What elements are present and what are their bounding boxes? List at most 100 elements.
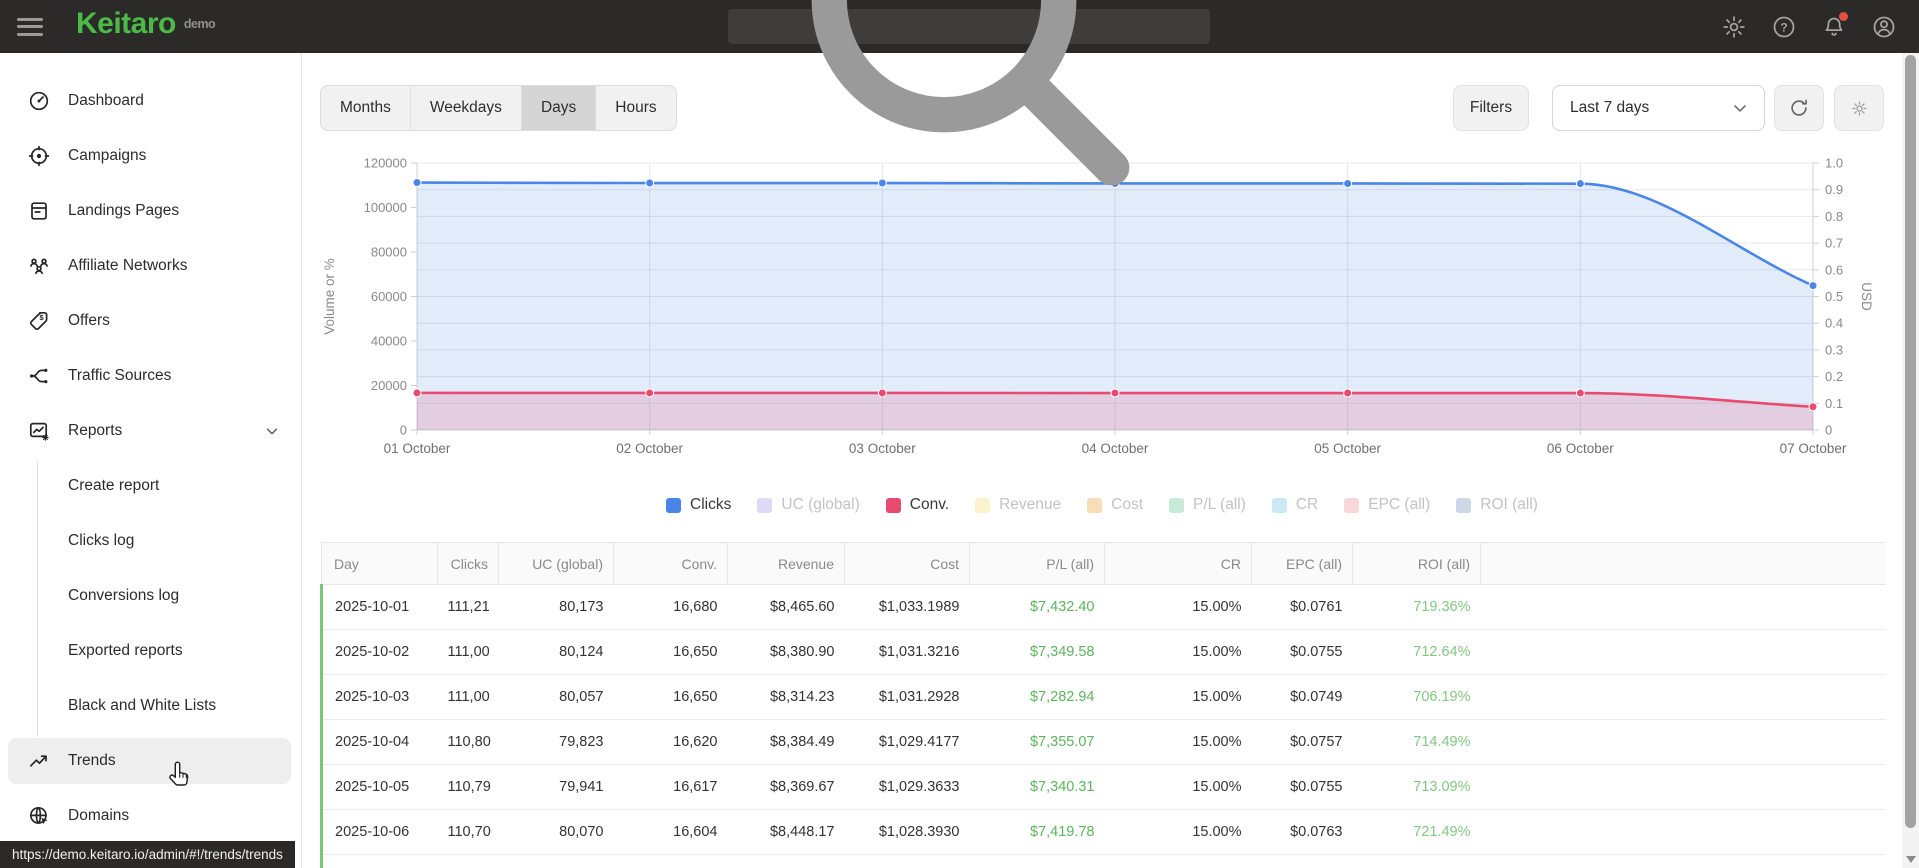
sidebar-item-create-report[interactable]: Create report (8, 463, 291, 509)
cell-cr: 15.00% (1104, 719, 1252, 765)
svg-text:0.6: 0.6 (1825, 262, 1843, 277)
legend-item-cost[interactable]: Cost (1087, 496, 1143, 514)
cell-clicks: 110,79 (437, 764, 499, 810)
trends-table: Day Clicks UC (global) Conv. Revenue Cost P/L … (320, 542, 1886, 868)
tab-days[interactable]: Days (521, 86, 597, 130)
sidebar-item-traffic-sources[interactable]: Traffic Sources (8, 353, 291, 399)
sidebar-item-clicks-log[interactable]: Clicks log (8, 518, 291, 564)
column-header-revenue: Revenue (727, 542, 845, 585)
table-row: 2025-10-04 110,80 79,823 16,620 $8,384.49 $1,… (320, 719, 1886, 765)
reports-icon (28, 420, 50, 442)
cell-cost: $1,031.2928 (844, 674, 970, 720)
legend-item-epc-all[interactable]: EPC (all) (1344, 496, 1430, 514)
legend-label: P/L (all) (1193, 496, 1246, 513)
cell-p-l-all: $7,419.78 (969, 809, 1105, 855)
cell-clicks: 110,70 (437, 809, 499, 855)
notifications-bell-icon[interactable] (1821, 11, 1848, 40)
date-range-select[interactable]: Last 7 days (1552, 85, 1765, 131)
tab-weekdays[interactable]: Weekdays (411, 86, 522, 130)
chart-settings-button[interactable] (1834, 85, 1884, 131)
svg-text:0.5: 0.5 (1825, 289, 1843, 304)
table-row: 2025-10-05 110,79 79,941 16,617 $8,369.67 $1,… (320, 764, 1886, 810)
table-row: 2025-10-01 111,21 80,173 16,680 $8,465.60 $1,… (320, 584, 1886, 630)
account-icon[interactable] (1871, 14, 1897, 40)
legend-item-revenue[interactable]: Revenue (975, 496, 1061, 514)
column-header-filler (1480, 542, 1886, 585)
svg-text:01 October: 01 October (384, 441, 451, 456)
sidebar-item-label: Landings Pages (68, 201, 180, 219)
table-row: 2025-10-0764,1944,4556,449$1,093.21$517.… (320, 854, 1886, 868)
scrollbar-thumb[interactable] (1905, 55, 1916, 828)
svg-text:USD: USD (1859, 282, 1874, 311)
scroll-down-arrow-icon[interactable] (1906, 856, 1916, 863)
affiliate-networks-icon (28, 255, 50, 277)
landing-pages-icon (28, 200, 50, 222)
refresh-button[interactable] (1774, 85, 1824, 131)
sidebar-item-exported-reports[interactable]: Exported reports (8, 628, 291, 674)
legend-label: EPC (all) (1368, 496, 1431, 513)
hamburger-menu-icon[interactable] (17, 17, 43, 36)
legend-swatch (1456, 497, 1472, 513)
legend-item-cr[interactable]: CR (1271, 496, 1318, 514)
tab-months[interactable]: Months (321, 86, 411, 130)
keitaro-logo[interactable]: Keitaro demo (76, 0, 216, 56)
filters-button[interactable]: Filters (1453, 85, 1529, 131)
table-header-row: Day Clicks UC (global) Conv. Revenue Cost P/L … (321, 542, 1886, 585)
sidebar-item-trends[interactable]: Trends (8, 737, 291, 784)
legend-item-conv[interactable]: Conv. (885, 496, 949, 514)
cell-revenue: $8,448.17 (727, 809, 845, 855)
legend-swatch (666, 497, 682, 513)
column-header-conv: Conv. (613, 542, 728, 585)
cell-day: 2025-10-07 (320, 854, 438, 868)
cell-revenue: $8,314.23 (727, 674, 845, 720)
legend-label: Clicks (690, 496, 732, 513)
sidebar-item-label: Traffic Sources (68, 366, 172, 384)
cell-filler (1480, 629, 1886, 675)
topbar-actions: ? (1721, 0, 1897, 53)
cell-p-l-all: $1,019.66 (969, 854, 1105, 868)
sidebar-item-landings-pages[interactable]: Landings Pages (8, 188, 291, 234)
cell-day: 2025-10-06 (320, 809, 438, 855)
sidebar-item-campaigns[interactable]: Campaigns (8, 133, 291, 179)
logo-text: Keitaro (76, 7, 176, 40)
sidebar-item-offers[interactable]: $ Offers (8, 298, 291, 344)
help-icon[interactable]: ? (1771, 14, 1797, 40)
sidebar-item-domains[interactable]: Domains (8, 793, 291, 839)
sidebar-item-black-and-white-lists[interactable]: Black and White Lists (8, 683, 291, 729)
legend-item-uc-global[interactable]: UC (global) (757, 496, 860, 514)
sidebar-item-conversions-log[interactable]: Conversions log (8, 573, 291, 619)
cell-cr: 15.00% (1104, 629, 1252, 675)
cell-revenue: $8,384.49 (727, 719, 845, 765)
traffic-sources-icon (28, 365, 50, 387)
svg-text:0.9: 0.9 (1825, 182, 1843, 197)
cell-p-l-all: $7,340.31 (969, 764, 1105, 810)
sidebar-item-dashboard[interactable]: Dashboard (8, 78, 291, 124)
column-header-cr: CR (1104, 542, 1252, 585)
cell-conv: 16,680 (613, 584, 728, 630)
svg-text:1.0: 1.0 (1825, 156, 1843, 171)
legend-item-roi-all[interactable]: ROI (all) (1456, 496, 1538, 514)
cell-epc-all: $0.0757 (1251, 719, 1353, 765)
sidebar-item-label: Create report (68, 476, 160, 494)
topbar: Keitaro demo ? (0, 0, 1919, 186)
sidebar-item-affiliate-networks[interactable]: Affiliate Networks (8, 243, 291, 289)
settings-gear-icon[interactable] (1721, 14, 1747, 40)
legend-item-p-l-all[interactable]: P/L (all) (1169, 496, 1246, 514)
cell-day: 2025-10-04 (320, 719, 438, 765)
svg-text:0.8: 0.8 (1825, 209, 1843, 224)
cell-p-l-all: $7,355.07 (969, 719, 1105, 765)
cell-conv: 16,650 (613, 674, 728, 720)
cell-clicks: 111,00 (437, 674, 499, 720)
dashboard-icon (28, 90, 50, 112)
search-icon (811, 0, 1130, 186)
sidebar-item-reports[interactable]: Reports (8, 408, 291, 454)
keitaro-trends-page: { "topbar": { "logo": "Keitaro", "env_la… (0, 0, 1919, 868)
svg-text:04 October: 04 October (1082, 441, 1149, 456)
table-row: 2025-10-06 110,70 80,070 16,604 $8,448.17 $1,… (320, 809, 1886, 855)
cell-cost: $1,028.3930 (844, 809, 970, 855)
legend-label: UC (global) (781, 496, 860, 513)
global-search (728, 0, 1210, 186)
legend-item-clicks[interactable]: Clicks (666, 496, 731, 514)
cell-cr: 15.00% (1104, 764, 1252, 810)
tab-hours[interactable]: Hours (596, 86, 675, 130)
